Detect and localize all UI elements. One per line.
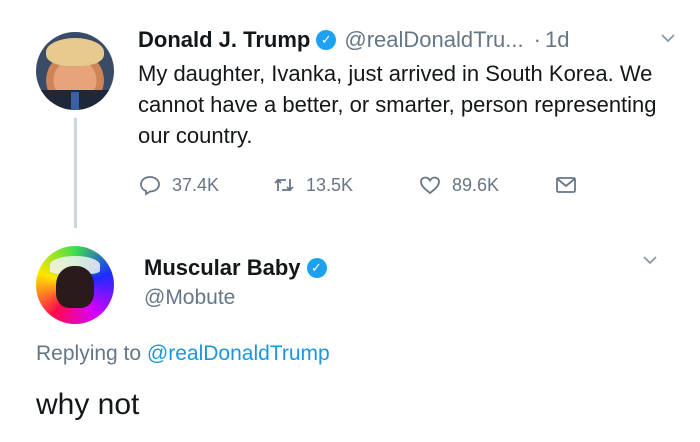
tweet-text: My daughter, Ivanka, just arrived in Sou… <box>138 61 657 148</box>
replying-to-label: Replying to <box>36 342 142 365</box>
avatar[interactable] <box>36 246 114 324</box>
chevron-down-icon[interactable] <box>658 28 678 48</box>
reply-count: 37.4K <box>172 174 220 195</box>
handle[interactable]: @realDonaldTru... <box>344 27 523 53</box>
handle[interactable]: @Mobute <box>144 286 235 310</box>
tweet-actions: 37.4K 13.5K 89.6K <box>134 170 654 200</box>
replying-to-line: Replying to @realDonaldTrump <box>36 342 330 366</box>
verified-badge-icon: ✓ <box>306 258 327 278</box>
retweet-icon <box>274 178 294 192</box>
reply-tweet[interactable]: Muscular Baby ✓ @Mobute Replying to @rea… <box>0 230 700 442</box>
direct-message-button[interactable] <box>554 170 588 200</box>
like-count: 89.6K <box>452 174 500 195</box>
reply-icon <box>140 176 160 196</box>
tweet-header: Muscular Baby ✓ <box>144 252 335 284</box>
avatar[interactable] <box>36 32 114 110</box>
chevron-down-icon[interactable] <box>640 250 660 270</box>
direct-message-icon <box>556 177 576 193</box>
like-button[interactable]: 89.6K <box>418 170 499 200</box>
like-icon <box>420 176 440 195</box>
display-name[interactable]: Muscular Baby <box>144 255 301 281</box>
separator-dot: · <box>533 27 541 52</box>
reply-button[interactable]: 37.4K <box>138 170 219 200</box>
replying-to-link[interactable]: @realDonaldTrump <box>147 342 330 365</box>
timestamp[interactable]: 1d <box>545 27 569 53</box>
tweet-text: why not <box>36 388 140 421</box>
tweet-header: Donald J. Trump ✓ @realDonaldTru... · 1d <box>138 24 678 56</box>
display-name[interactable]: Donald J. Trump <box>138 27 310 53</box>
retweet-count: 13.5K <box>306 174 354 195</box>
verified-badge-icon: ✓ <box>316 30 337 50</box>
retweet-button[interactable]: 13.5K <box>272 170 353 200</box>
original-tweet[interactable]: Donald J. Trump ✓ @realDonaldTru... · 1d… <box>0 0 700 230</box>
